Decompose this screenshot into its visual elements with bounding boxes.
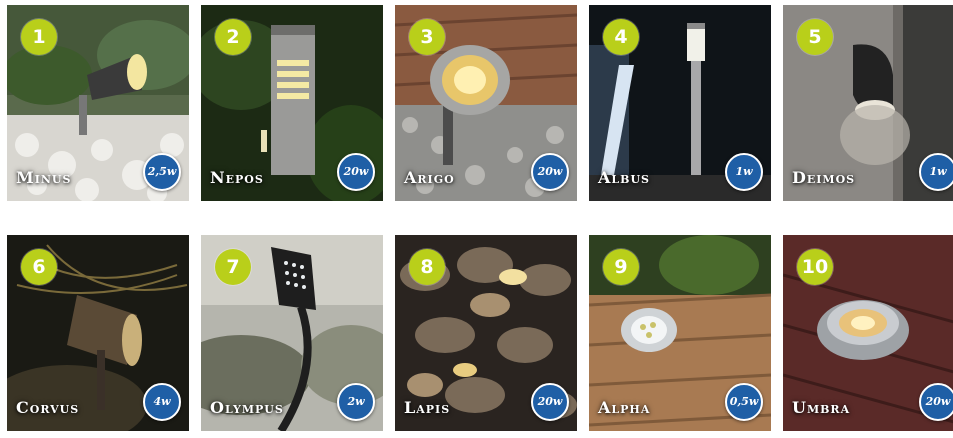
product-number-badge: 8 xyxy=(409,249,445,285)
product-card-corvus[interactable]: 6 Corvus 4w xyxy=(7,235,189,431)
product-card-deimos[interactable]: 5 Deimos 1w xyxy=(783,5,953,201)
product-card-albus[interactable]: 4 Albus 1w xyxy=(589,5,771,201)
product-number-badge: 2 xyxy=(215,19,251,55)
wattage-badge: 20w xyxy=(919,383,953,421)
product-number-badge: 4 xyxy=(603,19,639,55)
wattage-badge: 2w xyxy=(337,383,375,421)
product-name: Nepos xyxy=(210,168,264,187)
wattage-badge: 4w xyxy=(143,383,181,421)
product-name: Arigo xyxy=(404,168,455,187)
product-number-badge: 6 xyxy=(21,249,57,285)
product-card-minus[interactable]: 1 Minus 2,5w xyxy=(7,5,189,201)
product-card-alpha[interactable]: 9 Alpha 0,5w xyxy=(589,235,771,431)
product-number-badge: 9 xyxy=(603,249,639,285)
product-card-olympus[interactable]: 7 Olympus 2w xyxy=(201,235,383,431)
product-number-badge: 5 xyxy=(797,19,833,55)
wattage-badge: 1w xyxy=(725,153,763,191)
product-name: Minus xyxy=(16,168,72,187)
product-grid: 1 Minus 2,5w 2 Nepos 20w 3 Arigo 20w 4 A… xyxy=(0,0,953,438)
product-name: Olympus xyxy=(210,398,284,417)
wattage-badge: 20w xyxy=(337,153,375,191)
product-name: Alpha xyxy=(598,398,651,417)
wattage-badge: 20w xyxy=(531,153,569,191)
wattage-badge: 0,5w xyxy=(725,383,763,421)
product-number-badge: 3 xyxy=(409,19,445,55)
product-card-arigo[interactable]: 3 Arigo 20w xyxy=(395,5,577,201)
product-card-umbra[interactable]: 10 Umbra 20w xyxy=(783,235,953,431)
wattage-badge: 20w xyxy=(531,383,569,421)
product-name: Deimos xyxy=(792,168,856,187)
wattage-badge: 2,5w xyxy=(143,153,181,191)
product-name: Lapis xyxy=(404,398,451,417)
product-number-badge: 10 xyxy=(797,249,833,285)
product-name: Umbra xyxy=(792,398,851,417)
product-name: Corvus xyxy=(16,398,80,417)
product-card-nepos[interactable]: 2 Nepos 20w xyxy=(201,5,383,201)
product-card-lapis[interactable]: 8 Lapis 20w xyxy=(395,235,577,431)
product-name: Albus xyxy=(598,168,650,187)
wattage-badge: 1w xyxy=(919,153,953,191)
product-number-badge: 1 xyxy=(21,19,57,55)
product-number-badge: 7 xyxy=(215,249,251,285)
